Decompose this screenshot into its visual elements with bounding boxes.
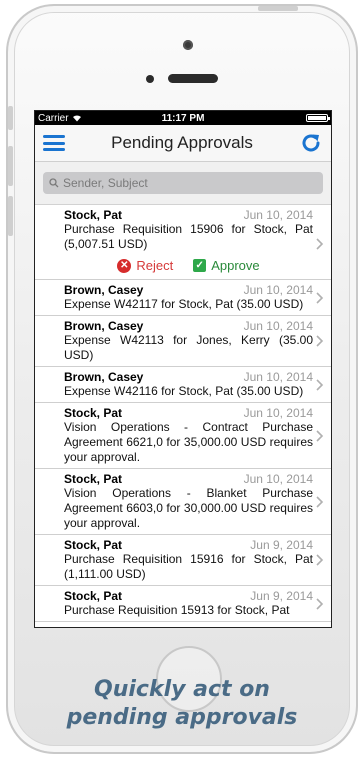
item-subject: Purchase Requisition 15906 for Stock, Pa… <box>64 222 313 251</box>
mute-switch <box>8 106 13 130</box>
reject-button[interactable]: ✕ Reject <box>117 258 173 273</box>
approve-label: Approve <box>211 258 260 273</box>
refresh-icon[interactable] <box>299 131 323 155</box>
volume-down-button <box>8 196 13 236</box>
proximity-sensor <box>146 75 154 83</box>
item-actions: ✕ Reject ✓ Approve <box>64 252 313 276</box>
nav-bar: Pending Approvals <box>35 125 331 162</box>
item-subject: Purchase Requisition 15916 for Stock, Pa… <box>64 552 313 581</box>
list-item[interactable]: Brown, Casey Jun 10, 2014 Expense W42117… <box>35 280 331 316</box>
item-sender: Stock, Pat <box>64 208 123 222</box>
reject-icon: ✕ <box>117 258 132 273</box>
item-subject: Purchase Requisition 15913 for Stock, Pa… <box>64 603 290 617</box>
item-sender: Brown, Casey <box>64 319 144 333</box>
item-sender: Brown, Casey <box>64 370 144 384</box>
item-subject: Expense W42113 for Jones, Kerry (35.00 U… <box>64 333 313 362</box>
carrier-label: Carrier <box>38 112 69 124</box>
chevron-right-icon <box>316 291 324 304</box>
item-sender: Stock, Pat <box>64 406 123 420</box>
chevron-right-icon <box>316 597 324 610</box>
item-date: Jun 10, 2014 <box>243 472 313 486</box>
wifi-icon <box>72 115 81 122</box>
item-date: Jun 10, 2014 <box>243 283 313 297</box>
chevron-right-icon <box>316 495 324 508</box>
item-date: Jun 9, 2014 <box>250 589 313 603</box>
list-item[interactable]: Stock, Pat Jun 9, 2014 Purchase Requisit… <box>35 586 331 622</box>
chevron-right-icon <box>316 429 324 442</box>
item-subject: Expense W42117 for Stock, Pat (35.00 USD… <box>64 297 304 311</box>
status-bar: Carrier 11:17 PM <box>35 111 331 125</box>
hamburger-icon[interactable] <box>43 135 65 151</box>
list-item[interactable]: Brown, Casey Jun 10, 2014 Expense W42116… <box>35 367 331 403</box>
battery-icon <box>306 114 330 122</box>
list-item[interactable]: Brown, Casey Jun 10, 2014 Expense W42113… <box>35 316 331 367</box>
caption-line-1: Quickly act on <box>94 677 270 702</box>
front-camera <box>183 40 193 50</box>
carrier-info: Carrier <box>38 113 82 124</box>
search-icon <box>49 178 59 188</box>
list-item[interactable]: Stock, Pat Jun 10, 2014 Vision Operation… <box>35 469 331 535</box>
search-field[interactable] <box>43 172 323 194</box>
approvals-list: Stock, Pat Jun 10, 2014 Purchase Requisi… <box>35 205 331 622</box>
item-sender: Stock, Pat <box>64 589 123 603</box>
item-date: Jun 9, 2014 <box>250 538 313 552</box>
item-date: Jun 10, 2014 <box>243 370 313 384</box>
list-item[interactable]: Stock, Pat Jun 9, 2014 Purchase Requisit… <box>35 535 331 586</box>
item-sender: Stock, Pat <box>64 538 123 552</box>
approve-button[interactable]: ✓ Approve <box>193 258 260 273</box>
search-input[interactable] <box>63 176 317 190</box>
item-date: Jun 10, 2014 <box>243 319 313 333</box>
chevron-right-icon <box>316 238 324 250</box>
caption-line-2: pending approvals <box>66 705 298 730</box>
power-button <box>258 6 298 11</box>
page-title: Pending Approvals <box>111 133 253 152</box>
item-sender: Brown, Casey <box>64 283 144 297</box>
approve-check-icon: ✓ <box>193 259 207 272</box>
chevron-right-icon <box>316 335 324 347</box>
search-bar <box>35 162 331 205</box>
volume-up-button <box>8 146 13 186</box>
reject-label: Reject <box>136 258 174 273</box>
earpiece-speaker <box>168 74 218 83</box>
list-item[interactable]: Stock, Pat Jun 10, 2014 Vision Operation… <box>35 403 331 469</box>
chevron-right-icon <box>316 554 324 566</box>
list-item[interactable]: Stock, Pat Jun 10, 2014 Purchase Requisi… <box>35 205 331 280</box>
item-subject: Expense W42116 for Stock, Pat (35.00 USD… <box>64 384 304 398</box>
chevron-right-icon <box>316 378 324 391</box>
item-subject: Vision Operations - Contract Purchase Ag… <box>64 420 313 464</box>
item-subject: Vision Operations - Blanket Purchase Agr… <box>64 486 313 530</box>
item-sender: Stock, Pat <box>64 472 123 486</box>
item-date: Jun 10, 2014 <box>243 208 313 222</box>
item-date: Jun 10, 2014 <box>243 406 313 420</box>
app-screen: Carrier 11:17 PM Pending Approvals Stock <box>34 110 332 628</box>
